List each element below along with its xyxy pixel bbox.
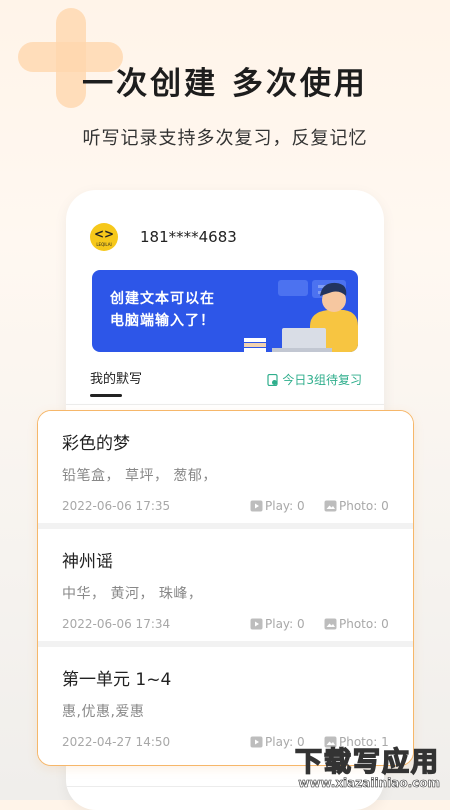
entry-date: 2022-04-27 14:50 bbox=[62, 735, 171, 749]
dictation-entry[interactable]: 彩色的梦 铅笔盒， 草坪， 葱郁， 2022-06-06 17:35 Play:… bbox=[38, 411, 413, 523]
entry-title: 彩色的梦 bbox=[62, 434, 130, 454]
entry-date: 2022-06-06 17:34 bbox=[62, 617, 171, 631]
entry-play-count: Play: 0 bbox=[250, 499, 305, 513]
entry-words: 铅笔盒， 草坪， 葱郁， bbox=[62, 468, 217, 484]
review-today-button[interactable]: 今日3组待复习 bbox=[267, 371, 362, 388]
entry-title: 神州谣 bbox=[62, 552, 113, 572]
subline: 听写记录支持多次复习，反复记忆 bbox=[82, 128, 368, 149]
active-tab-indicator bbox=[90, 394, 122, 397]
play-icon bbox=[250, 500, 263, 512]
list-divider bbox=[66, 404, 384, 405]
app-logo-icon: <> LEQILAI bbox=[90, 223, 118, 251]
entry-photo-count: Photo: 0 bbox=[324, 499, 389, 513]
entry-play-count: Play: 0 bbox=[250, 617, 305, 631]
play-icon bbox=[250, 736, 263, 748]
dictation-entry[interactable]: 神州谣 中华， 黄河， 珠峰， 2022-06-06 17:34 Play: 0… bbox=[38, 529, 413, 641]
play-count-label: Play: 0 bbox=[265, 499, 305, 513]
photo-icon bbox=[324, 500, 337, 512]
review-today-label: 今日3组待复习 bbox=[282, 373, 362, 387]
watermark-title: 下载写应用 bbox=[294, 746, 440, 779]
banner-line-2: 电脑端输入了！ bbox=[110, 313, 215, 329]
review-doc-icon bbox=[267, 373, 278, 386]
tab-my-dictation[interactable]: 我的默写 bbox=[90, 368, 142, 387]
banner-text: 创建文本可以在 电脑端输入了！ bbox=[110, 288, 250, 332]
dictation-list: 彩色的梦 铅笔盒， 草坪， 葱郁， 2022-06-06 17:35 Play:… bbox=[37, 410, 414, 766]
play-count-label: Play: 0 bbox=[265, 617, 305, 631]
entry-date: 2022-06-06 17:35 bbox=[62, 499, 171, 513]
photo-count-label: Photo: 0 bbox=[339, 617, 389, 631]
watermark-url: www.xiazaiiniao.com bbox=[298, 776, 440, 791]
photo-count-label: Photo: 0 bbox=[339, 499, 389, 513]
entry-photo-count: Photo: 0 bbox=[324, 617, 389, 631]
promo-banner[interactable]: 创建文本可以在 电脑端输入了！ bbox=[92, 270, 358, 352]
site-watermark: 下载写应用 www.xiazaiiniao.com bbox=[270, 740, 444, 796]
banner-line-1: 创建文本可以在 bbox=[110, 291, 215, 307]
logo-glyph: <> bbox=[93, 227, 115, 241]
logo-text: LEQILAI bbox=[96, 242, 112, 247]
user-phone-number: 181****4683 bbox=[140, 228, 237, 246]
entry-title: 第一单元 1~4 bbox=[62, 670, 172, 690]
person-at-laptop-illustration bbox=[244, 280, 358, 352]
entry-words: 中华， 黄河， 珠峰， bbox=[62, 586, 203, 602]
entry-words: 惠,优惠,爱惠 bbox=[62, 704, 145, 720]
headline: 一次创建 多次使用 bbox=[82, 66, 368, 102]
play-icon bbox=[250, 618, 263, 630]
photo-icon bbox=[324, 618, 337, 630]
